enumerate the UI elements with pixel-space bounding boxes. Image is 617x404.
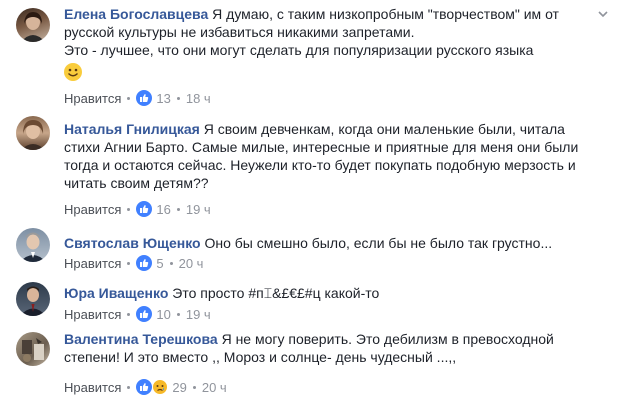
separator-dot xyxy=(176,312,180,316)
timestamp[interactable]: 20 ч xyxy=(179,256,204,271)
like-count[interactable]: 29 xyxy=(172,380,186,395)
separator-dot xyxy=(192,385,196,389)
avatar[interactable] xyxy=(16,116,50,150)
comment-author[interactable]: Наталья Гнилицкая xyxy=(64,121,200,137)
comment-actions: Нравится 16 19 ч xyxy=(64,200,211,218)
sad-reaction-icon[interactable] xyxy=(152,379,169,395)
comment-author[interactable]: Юра Иващенко xyxy=(64,285,168,301)
comment-text: Оно бы смешно было, если бы не было так … xyxy=(204,235,553,251)
like-icon[interactable] xyxy=(136,306,153,322)
timestamp[interactable]: 19 ч xyxy=(186,202,211,217)
avatar[interactable] xyxy=(16,282,50,316)
separator-dot xyxy=(127,96,131,100)
comment-body: Наталья Гнилицкая Я своим девченкам, ког… xyxy=(64,120,604,192)
avatar-photo xyxy=(21,12,45,42)
comment-actions: Нравится 29 20 ч xyxy=(64,378,227,396)
like-count[interactable]: 5 xyxy=(156,256,163,271)
avatar[interactable] xyxy=(16,228,50,262)
avatar[interactable] xyxy=(16,8,50,42)
comment-text: Это просто #п⌶&£€£#ц какой-то xyxy=(172,285,380,301)
comment-1: Елена Богославцева Я думаю, с таким низк… xyxy=(0,0,617,112)
like-button[interactable]: Нравится xyxy=(64,91,121,106)
like-icon[interactable] xyxy=(136,201,153,217)
timestamp[interactable]: 19 ч xyxy=(186,307,211,322)
comment-2: Наталья Гнилицкая Я своим девченкам, ког… xyxy=(0,112,617,224)
like-count[interactable]: 10 xyxy=(156,307,170,322)
separator-dot xyxy=(127,312,131,316)
like-button[interactable]: Нравится xyxy=(64,380,121,395)
comment-body: Святослав Ющенко Оно бы смешно было, есл… xyxy=(64,234,604,252)
comment-3: Святослав Ющенко Оно бы смешно было, есл… xyxy=(0,224,617,274)
comment-author[interactable]: Елена Богославцева xyxy=(64,6,208,22)
avatar-photo xyxy=(20,232,46,262)
avatar[interactable] xyxy=(16,332,50,366)
like-icon[interactable] xyxy=(136,255,153,271)
comment-actions: Нравится 5 20 ч xyxy=(64,254,203,272)
like-count[interactable]: 16 xyxy=(156,202,170,217)
avatar-photo xyxy=(22,338,44,362)
timestamp[interactable]: 20 ч xyxy=(202,380,227,395)
comment-author[interactable]: Святослав Ющенко xyxy=(64,235,201,251)
avatar-photo xyxy=(20,286,46,316)
comment-author[interactable]: Валентина Терешкова xyxy=(64,331,218,347)
comment-actions: Нравится 13 18 ч xyxy=(64,89,211,107)
like-count[interactable]: 13 xyxy=(156,91,170,106)
comment-body: Юра Иващенко Это просто #п⌶&£€£#ц какой-… xyxy=(64,284,604,302)
comment-5: Валентина Терешкова Я не могу поверить. … xyxy=(0,326,617,404)
separator-dot xyxy=(176,96,180,100)
smile-emoji-icon xyxy=(64,63,82,81)
comment-body: Елена Богославцева Я думаю, с таким низк… xyxy=(64,5,604,81)
separator-dot xyxy=(127,261,131,265)
separator-dot xyxy=(169,261,173,265)
separator-dot xyxy=(127,385,131,389)
like-button[interactable]: Нравится xyxy=(64,202,121,217)
avatar-photo xyxy=(21,120,45,150)
comment-text-2: Это - лучшее, что они могут сделать для … xyxy=(64,42,534,58)
separator-dot xyxy=(127,207,131,211)
like-icon[interactable] xyxy=(136,90,153,106)
like-icon[interactable] xyxy=(136,379,153,395)
like-button[interactable]: Нравится xyxy=(64,307,121,322)
comment-body: Валентина Терешкова Я не могу поверить. … xyxy=(64,330,604,366)
like-button[interactable]: Нравится xyxy=(64,256,121,271)
timestamp[interactable]: 18 ч xyxy=(186,91,211,106)
comment-4: Юра Иващенко Это просто #п⌶&£€£#ц какой-… xyxy=(0,278,617,326)
comment-actions: Нравится 10 19 ч xyxy=(64,305,211,323)
separator-dot xyxy=(176,207,180,211)
